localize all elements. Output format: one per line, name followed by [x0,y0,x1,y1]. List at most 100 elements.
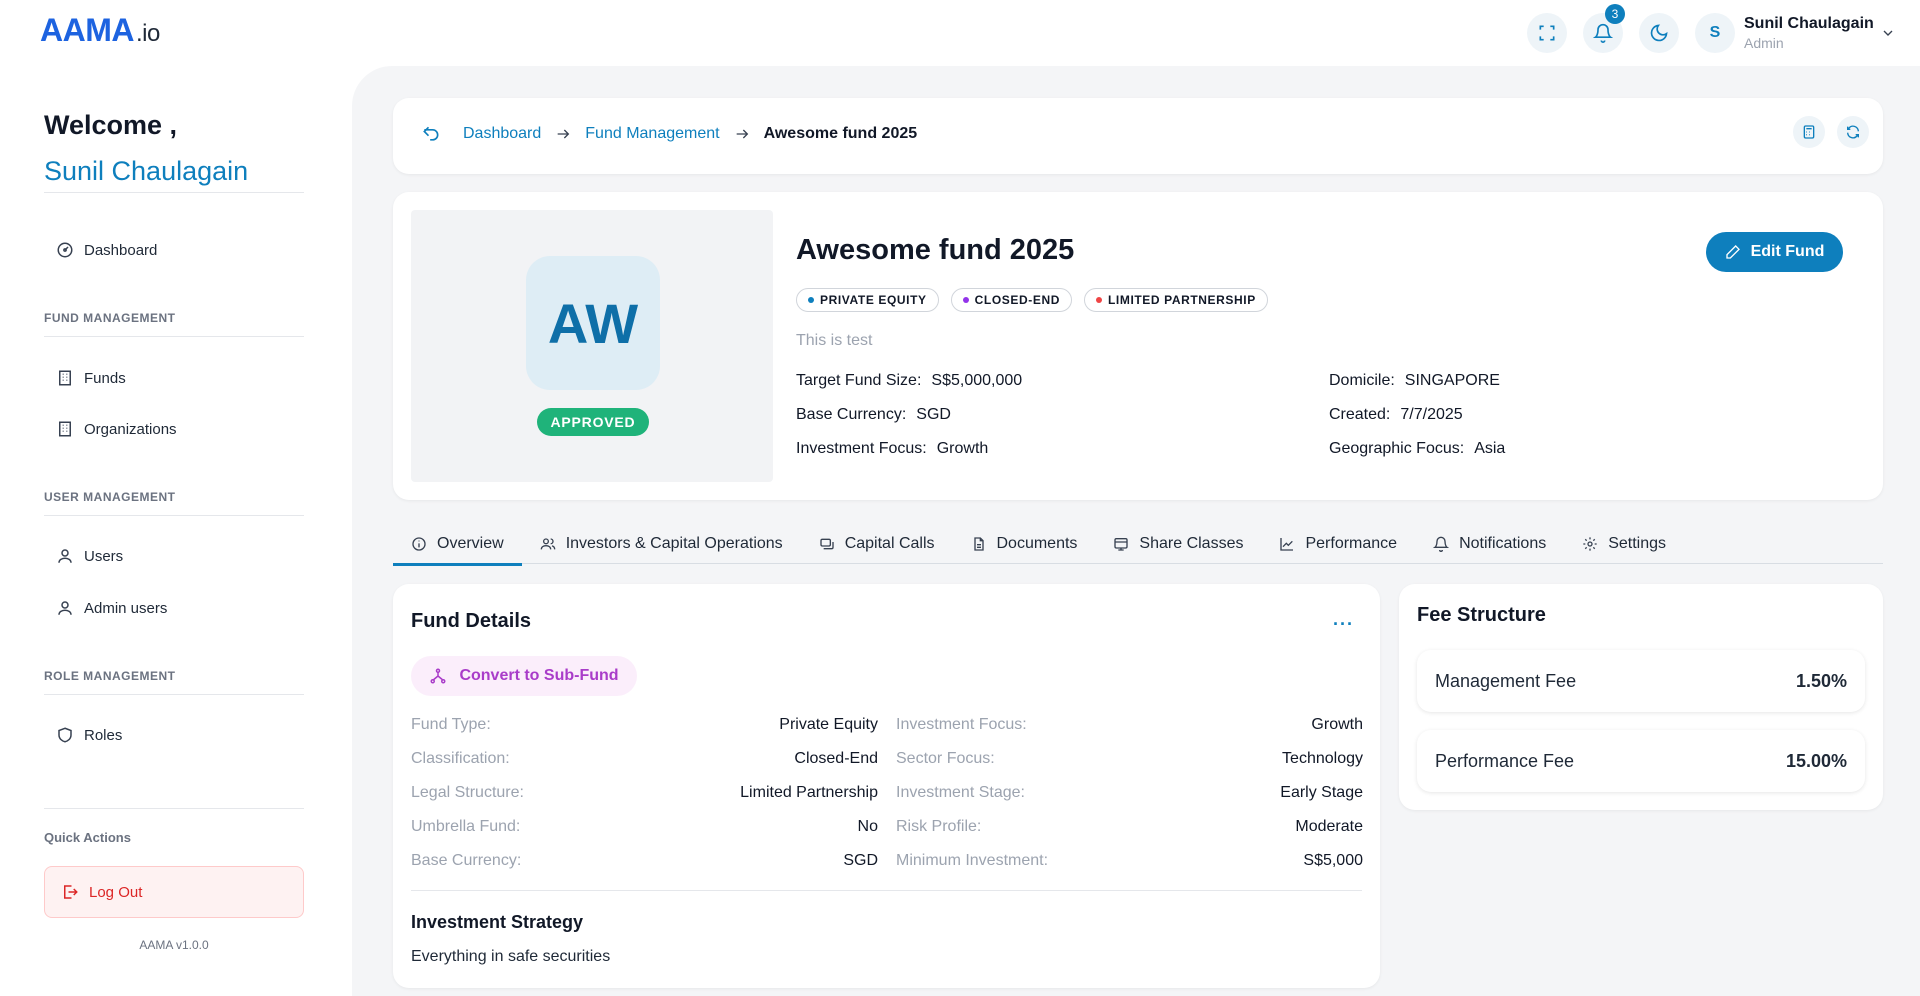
edit-fund-button[interactable]: Edit Fund [1706,232,1843,272]
strategy-title: Investment Strategy [411,912,584,932]
page-title: Awesome fund 2025 [796,234,1075,266]
user-menu[interactable]: Sunil Chaulagain Admin [1744,15,1874,51]
sidebar-item-label: Admin users [84,599,168,617]
tab-performance[interactable]: Performance [1261,524,1415,564]
breadcrumb-current: Awesome fund 2025 [763,125,918,142]
bell-icon [1433,536,1450,552]
sidebar-divider [44,694,304,695]
tab-capital-calls[interactable]: Capital Calls [801,524,953,564]
fund-logo-panel: AW APPROVED [411,210,773,482]
logo-suffix: .io [135,20,160,47]
avatar[interactable]: S [1695,13,1735,53]
logout-button[interactable]: Log Out [44,866,304,918]
tab-investors[interactable]: Investors & Capital Operations [522,524,801,564]
info-value: Asia [1474,440,1506,457]
chevron-down-icon[interactable] [1880,25,1896,41]
notifications-button[interactable]: 3 [1583,4,1625,53]
arrow-right-icon [557,129,570,139]
logout-icon [64,885,78,899]
detail-value: Moderate [1295,818,1363,835]
sub-fund-icon [430,668,446,684]
users-icon [540,538,556,550]
tag-label: CLOSED-END [974,293,1060,307]
fund-info-domicile: Domicile: SINGAPORE [1329,372,1500,390]
strategy-text: Everything in safe securities [411,948,611,965]
tab-settings[interactable]: Settings [1564,524,1684,564]
fee-value: 15.00% [1785,750,1847,771]
tag-dot [962,297,969,303]
theme-toggle-button[interactable] [1639,13,1679,53]
pencil-icon [1725,245,1740,259]
info-value: SGD [916,406,951,423]
info-value: 7/7/2025 [1400,406,1463,423]
tag-label: PRIVATE EQUITY [820,293,927,307]
sidebar-item-dashboard[interactable]: Dashboard [56,235,157,265]
tab-label: Share Classes [1139,535,1244,552]
fund-tags: PRIVATE EQUITY CLOSED-END LIMITED PARTNE… [796,288,1268,312]
app-logo[interactable]: AAMA.io [40,12,160,49]
sidebar-item-roles[interactable]: Roles [56,720,122,750]
notification-badge: 3 [1605,4,1625,24]
detail-value: Technology [1282,750,1363,767]
sidebar-item-funds[interactable]: Funds [56,363,126,393]
sidebar-item-organizations[interactable]: Organizations [56,414,177,444]
more-options-button[interactable]: ··· [1333,614,1354,635]
section-user-management: USER MANAGEMENT [44,490,176,504]
detail-row: Minimum Investment: S$5,000 [896,852,1363,872]
building-icon [59,421,71,437]
capital-calls-icon [820,538,834,550]
fee-structure-title: Fee Structure [1417,604,1546,626]
detail-row: Legal Structure: Limited Partnership [411,784,878,804]
share-classes-icon [1114,538,1129,551]
breadcrumb-dashboard[interactable]: Dashboard [463,125,541,143]
tab-label: Documents [996,535,1078,552]
info-key: Investment Focus: [796,440,927,457]
tag-dot [1095,297,1102,303]
tab-documents[interactable]: Documents [953,524,1096,564]
refresh-button[interactable] [1837,116,1869,148]
fund-info-geographic-focus: Geographic Focus: Asia [1329,440,1505,458]
back-arrow-icon[interactable] [421,124,441,144]
building-icon [59,370,71,386]
section-role-management: ROLE MANAGEMENT [44,669,176,683]
breadcrumb-fund-management[interactable]: Fund Management [585,125,719,143]
logout-label: Log Out [89,883,143,901]
tab-notifications[interactable]: Notifications [1415,524,1564,564]
tab-label: Investors & Capital Operations [565,535,783,552]
moon-icon [1650,24,1668,42]
sidebar-item-users[interactable]: Users [56,541,123,571]
info-icon [412,537,426,551]
tab-share-classes[interactable]: Share Classes [1095,524,1261,564]
convert-sub-fund-button[interactable]: Convert to Sub-Fund [411,656,637,696]
detail-value: Growth [1311,716,1363,733]
detail-key: Fund Type: [411,716,491,733]
detail-value: S$5,000 [1303,852,1363,869]
arrow-right-icon [736,129,748,139]
dashboard-icon [57,242,73,258]
tab-overview[interactable]: Overview [393,524,522,566]
convert-label: Convert to Sub-Fund [459,667,619,684]
detail-key: Legal Structure: [411,784,524,801]
detail-row: Fund Type: Private Equity [411,716,878,736]
fund-info-base-currency: Base Currency: SGD [796,406,951,424]
calculator-button[interactable] [1793,116,1825,148]
info-key: Base Currency: [796,406,907,423]
sidebar [0,66,350,996]
fullscreen-button[interactable] [1527,13,1567,53]
fee-structure-card: Fee Structure Management Fee 1.50% Perfo… [1399,584,1883,810]
fund-info-target-size: Target Fund Size: S$5,000,000 [796,372,1022,390]
detail-row: Classification: Closed-End [411,750,878,770]
detail-value: Closed-End [794,750,878,767]
sidebar-item-admin-users[interactable]: Admin users [56,593,167,623]
info-value: Growth [936,440,989,457]
detail-value: No [857,818,878,835]
fund-tabs: Overview Investors & Capital Operations … [393,524,1883,566]
user-icon [58,601,72,615]
gear-icon [1583,537,1597,551]
shield-icon [58,727,72,743]
fund-info-created: Created: 7/7/2025 [1329,406,1463,424]
document-icon [973,537,984,551]
bell-icon [1593,23,1613,43]
breadcrumb-actions [1793,116,1869,148]
welcome-heading: Welcome , [44,110,178,140]
